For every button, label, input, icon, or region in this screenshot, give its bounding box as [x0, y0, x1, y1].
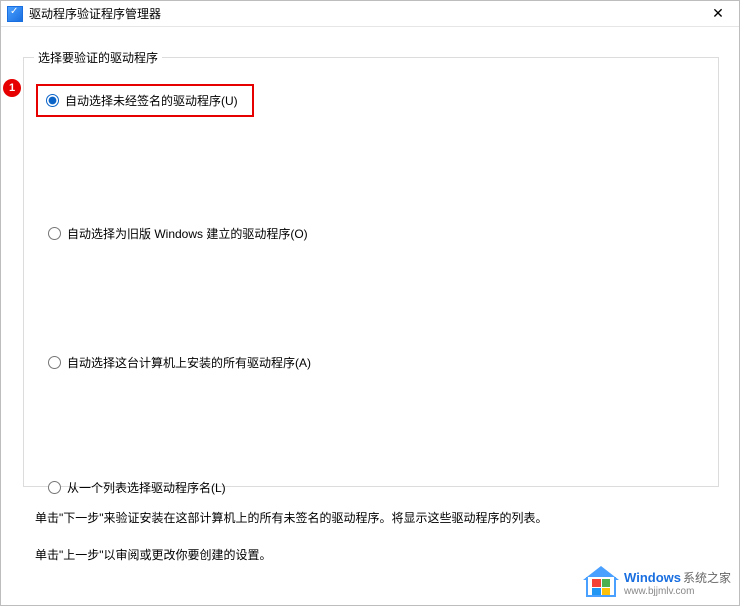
window-frame: 驱动程序验证程序管理器 ✕ 1 选择要验证的驱动程序 自动选择未经签名的驱动程序… [0, 0, 740, 606]
app-icon [7, 6, 23, 22]
close-button[interactable]: ✕ [703, 4, 733, 24]
hint-line-1: 单击"下一步"来验证安装在这部计算机上的所有未签名的驱动程序。将显示这些驱动程序… [35, 509, 719, 526]
radio-unsigned[interactable]: 自动选择未经签名的驱动程序(U) [42, 90, 242, 111]
watermark-text: Windows系统之家 www.bjjmlv.com [624, 571, 731, 596]
radio-oldwin-input[interactable] [48, 227, 61, 240]
radio-oldwin[interactable]: 自动选择为旧版 Windows 建立的驱动程序(O) [44, 223, 704, 244]
hint-text: 单击"下一步"来验证安装在这部计算机上的所有未签名的驱动程序。将显示这些驱动程序… [23, 509, 719, 563]
radio-unsigned-label: 自动选择未经签名的驱动程序(U) [65, 92, 238, 109]
watermark-url: www.bjjmlv.com [624, 586, 731, 597]
radio-oldwin-label: 自动选择为旧版 Windows 建立的驱动程序(O) [67, 225, 308, 242]
radio-all-label: 自动选择这台计算机上安装的所有驱动程序(A) [67, 354, 311, 371]
dialog-content: 选择要验证的驱动程序 自动选择未经签名的驱动程序(U) 自动选择为旧版 Wind… [1, 27, 739, 593]
highlight-box: 自动选择未经签名的驱动程序(U) [36, 84, 254, 117]
radio-unsigned-input[interactable] [46, 94, 59, 107]
watermark: Windows系统之家 www.bjjmlv.com [584, 567, 731, 601]
step-badge: 1 [3, 79, 21, 97]
radio-list-label: 从一个列表选择驱动程序名(L) [67, 479, 226, 496]
title-bar: 驱动程序验证程序管理器 ✕ [1, 1, 739, 27]
radio-all-input[interactable] [48, 356, 61, 369]
watermark-brand: Windows [624, 570, 681, 585]
watermark-logo-icon [584, 567, 618, 601]
driver-select-group: 选择要验证的驱动程序 自动选择未经签名的驱动程序(U) 自动选择为旧版 Wind… [23, 57, 719, 487]
radio-all[interactable]: 自动选择这台计算机上安装的所有驱动程序(A) [44, 352, 704, 373]
radio-list-input[interactable] [48, 481, 61, 494]
window-title: 驱动程序验证程序管理器 [29, 5, 703, 22]
watermark-brand-cn: 系统之家 [683, 571, 731, 585]
radio-list[interactable]: 从一个列表选择驱动程序名(L) [44, 477, 704, 498]
hint-line-2: 单击"上一步"以审阅或更改你要创建的设置。 [35, 546, 719, 563]
group-label: 选择要验证的驱动程序 [34, 49, 162, 66]
